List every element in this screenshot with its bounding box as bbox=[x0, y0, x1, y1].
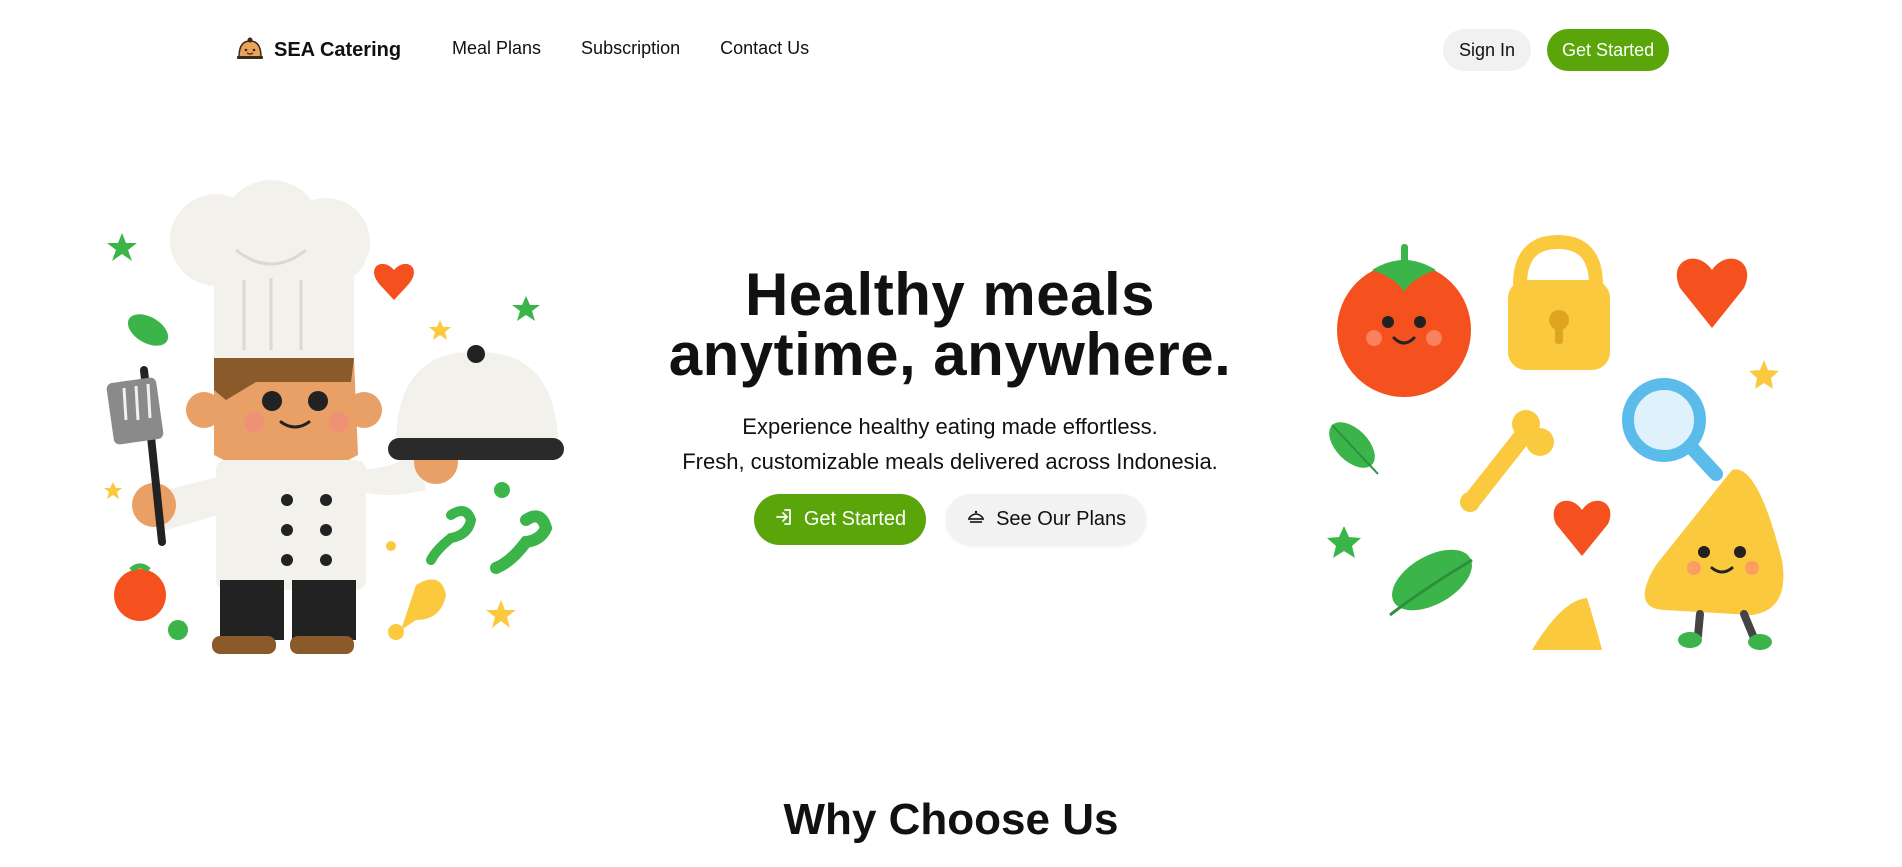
sign-in-button[interactable]: Sign In bbox=[1443, 29, 1532, 71]
nav-link-meal-plans[interactable]: Meal Plans bbox=[452, 38, 541, 59]
hero-title-line1: Healthy meals bbox=[744, 261, 1156, 328]
main-nav: Meal Plans Subscription Contact Us bbox=[452, 38, 809, 59]
nav-get-started-button[interactable]: Get Started bbox=[1547, 29, 1670, 71]
sign-in-icon bbox=[774, 507, 794, 533]
brand-name: SEA Catering bbox=[274, 38, 402, 61]
food-dish-icon bbox=[966, 507, 986, 533]
hero-title-line2: anytime, anywhere. bbox=[668, 321, 1232, 388]
see-our-plans-button[interactable]: See Our Plans bbox=[946, 494, 1147, 545]
hero-get-started-label: Get Started bbox=[803, 508, 907, 530]
top-navbar: SEA Catering Meal Plans Subscription Con… bbox=[0, 0, 1902, 100]
hero-subtitle-line2: Fresh, customizable meals delivered acro… bbox=[682, 449, 1218, 474]
see-our-plans-label: See Our Plans bbox=[996, 508, 1127, 530]
hero-title: Healthy meals anytime, anywhere. bbox=[620, 265, 1280, 385]
hero-get-started-button[interactable]: Get Started bbox=[753, 494, 927, 545]
hero-subtitle: Experience healthy eating made effortles… bbox=[620, 409, 1280, 479]
hero-subtitle-line1: Experience healthy eating made effortles… bbox=[742, 414, 1158, 439]
brand-logo[interactable]: SEA Catering bbox=[236, 36, 401, 64]
why-choose-us-title: Why Choose Us bbox=[783, 795, 1119, 844]
nav-actions: Sign In Get Started bbox=[1443, 29, 1670, 71]
food-characters-illustration bbox=[1312, 230, 1812, 670]
hero-buttons: Get Started See Our Plans bbox=[620, 494, 1280, 545]
hero-section: Healthy meals anytime, anywhere. Experie… bbox=[620, 265, 1280, 545]
nav-link-subscription[interactable]: Subscription bbox=[581, 38, 680, 59]
nav-link-contact-us[interactable]: Contact Us bbox=[720, 38, 809, 59]
chef-illustration bbox=[96, 170, 576, 670]
chef-hat-icon bbox=[236, 37, 264, 64]
